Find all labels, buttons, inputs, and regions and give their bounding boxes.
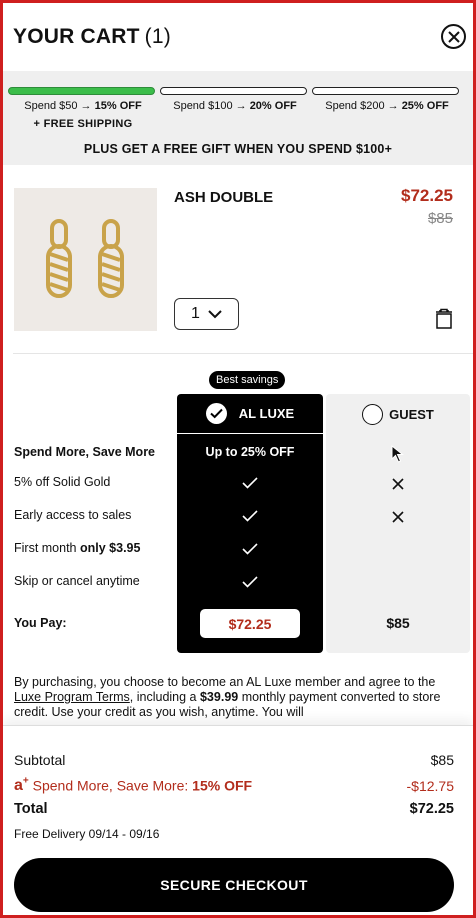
item-divider [13,353,473,354]
progress-bar-tier-1 [8,87,155,95]
product-image[interactable] [14,188,157,331]
progress-bar-tier-2 [160,87,307,95]
luxe-program-terms-link[interactable]: Luxe Program Terms [14,690,130,704]
cart-title: YOUR CART (1) [13,25,171,49]
luxe-check-icon [177,477,323,492]
cart-header: YOUR CART (1) [3,3,473,71]
row-label-solid-gold: 5% off Solid Gold [14,475,111,489]
free-gift-message: PLUS GET A FREE GIFT WHEN YOU SPEND $100… [83,142,393,156]
best-savings-badge: Best savings [209,371,286,389]
row-label-early-access: Early access to sales [14,508,132,522]
guest-option-label: GUEST [389,406,434,422]
row-label-skip-cancel: Skip or cancel anytime [14,574,140,588]
tier-1-label: Spend $50 → 15% OFF [24,100,142,112]
total-row: Total $72.25 [14,801,454,817]
quantity-value: 1 [191,305,200,322]
row-label-first-month: First month only $3.95 [14,541,141,555]
discount-row: a+ Spend More, Save More: 15% OFF -$12.7… [14,776,454,795]
luxe-discount-value: Up to 25% OFF [205,445,295,459]
product-name[interactable]: ASH DOUBLE [174,189,273,206]
row-label-spend-more: Spend More, Save More [14,445,156,459]
luxe-check-icon [177,576,323,591]
product-price: $72.25 [401,186,453,205]
product-original-price: $85 [427,210,453,227]
remove-item-button[interactable] [435,308,453,335]
luxe-option-label: AL LUXE [238,406,295,421]
you-pay-label: You Pay: [14,616,67,630]
secure-checkout-button[interactable]: SECURE CHECKOUT [14,858,454,912]
delivery-estimate: Free Delivery 09/14 - 09/16 [14,827,160,841]
close-icon [447,30,460,43]
subtotal-value: $85 [430,752,454,768]
promo-banner: Spend $50 → 15% OFF Spend $100 → 20% OFF… [3,71,473,165]
discount-label: a+ Spend More, Save More: 15% OFF [14,776,253,795]
cart-count: (1) [144,25,171,48]
guest-radio[interactable] [362,403,384,425]
tier-3-label: Spend $200 → 25% OFF [325,100,449,112]
membership-terms-text: By purchasing, you choose to become an A… [14,675,441,719]
luxe-check-icon [177,510,323,525]
guest-x-icon [326,478,470,493]
trash-icon [436,308,452,329]
quantity-select[interactable]: 1 [174,298,239,330]
luxe-check-icon [177,543,323,558]
close-button[interactable] [441,24,466,49]
subtotal-label: Subtotal [14,752,66,768]
chevron-down-icon [208,309,222,318]
al-plus-logo-icon: a+ [14,776,29,795]
free-shipping-label: + FREE SHIPPING [33,118,133,130]
progress-bar-tier-3 [312,87,459,95]
earrings-image [46,219,124,298]
selected-check-icon [205,403,227,424]
cart-title-text: YOUR CART [13,25,140,48]
tier-2-label: Spend $100 → 20% OFF [173,100,297,112]
cart-drawer: YOUR CART (1) Spend $50 → 15% OFF Spend $… [3,3,473,915]
mouse-cursor-icon [391,444,405,468]
total-label: Total [14,801,48,817]
guest-option[interactable]: GUEST [326,394,470,434]
subtotal-row: Subtotal $85 [14,752,454,768]
guest-x-icon [326,511,470,526]
guest-pay-amount: $85 [386,615,410,631]
luxe-option[interactable]: AL LUXE [177,394,323,434]
total-value: $72.25 [409,801,454,817]
luxe-pay-amount[interactable]: $72.25 [200,609,300,638]
discount-value: -$12.75 [406,777,454,794]
